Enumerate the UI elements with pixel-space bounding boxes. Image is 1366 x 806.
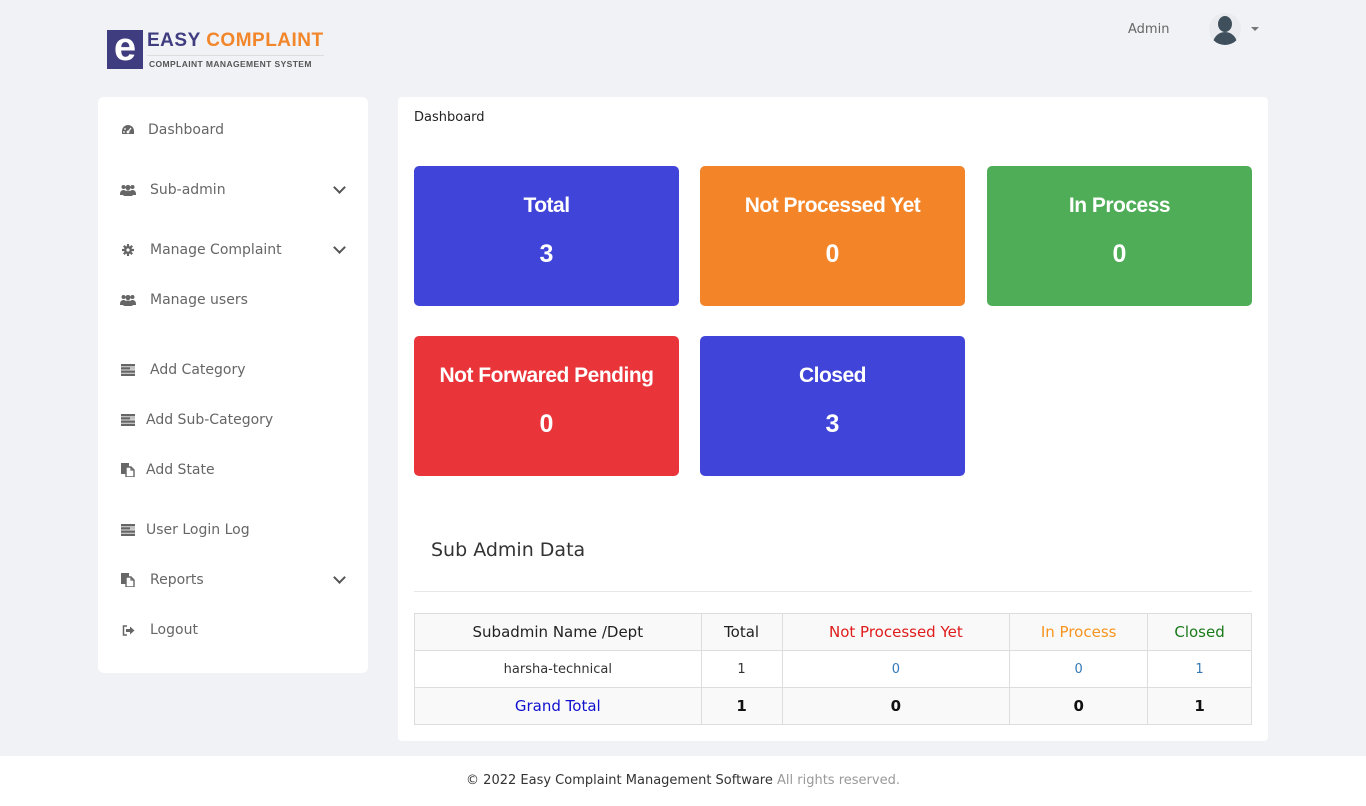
chevron-down-icon[interactable] [333, 180, 346, 194]
card-value: 3 [539, 240, 554, 268]
sidebar-item-logout[interactable]: Logout [120, 615, 346, 645]
user-menu[interactable]: Admin [1128, 13, 1260, 45]
grand-total-not-processed: 0 [781, 687, 1011, 725]
table-row: harsha-technical 1 0 0 1 [414, 650, 1252, 688]
card-title: Total [523, 194, 570, 217]
gear-icon [120, 242, 136, 258]
logo-mark: e [107, 30, 143, 69]
col-header-in-process: In Process [1009, 613, 1149, 651]
list-icon [120, 412, 136, 428]
copy-icon [120, 572, 136, 588]
card-title: Closed [798, 364, 867, 387]
breadcrumb: Dashboard [414, 110, 485, 125]
cell-not-processed-link[interactable]: 0 [781, 650, 1011, 688]
stat-card-not-forwarded[interactable]: Not Forwared Pending 0 [414, 336, 679, 476]
logo-subtitle: COMPLAINT MANAGEMENT SYSTEM [147, 55, 324, 69]
col-header-not-processed: Not Processed Yet [781, 613, 1011, 651]
app-logo[interactable]: e EASY COMPLAINT COMPLAINT MANAGEMENT SY… [107, 30, 324, 69]
card-title: Not Processed Yet [744, 194, 921, 217]
logo-title: EASY COMPLAINT [147, 30, 324, 51]
grand-total-row: Grand Total 1 0 0 1 [414, 687, 1252, 725]
sidebar-item-add-sub-category[interactable]: Add Sub-Category [120, 405, 346, 435]
sidebar-item-reports[interactable]: Reports [120, 565, 346, 595]
sidebar-item-user-login-log[interactable]: User Login Log [120, 515, 346, 545]
sidebar-item-manage-users[interactable]: Manage users [120, 285, 346, 315]
section-title: Sub Admin Data [431, 539, 586, 561]
stat-card-total[interactable]: Total 3 [414, 166, 679, 306]
footer: © 2022 Easy Complaint Management Softwar… [0, 756, 1366, 806]
cell-total: 1 [700, 650, 783, 688]
grand-total-label: Grand Total [414, 687, 702, 725]
subadmin-table: Subadmin Name /Dept Total Not Processed … [414, 613, 1252, 725]
footer-rights: All rights reserved. [777, 773, 900, 788]
stat-card-not-processed[interactable]: Not Processed Yet 0 [700, 166, 965, 306]
grand-total-in-process: 0 [1009, 687, 1149, 725]
list-icon [120, 522, 136, 538]
main-panel: Dashboard Total 3 Not Processed Yet 0 In… [398, 97, 1268, 741]
sign-out-icon [120, 622, 136, 638]
dashboard-gauge-icon [120, 122, 136, 138]
avatar[interactable] [1209, 13, 1242, 45]
card-value: 0 [825, 240, 840, 268]
sidebar-item-sub-admin[interactable]: Sub-admin [120, 175, 346, 205]
col-header-closed: Closed [1147, 613, 1252, 651]
col-header-name: Subadmin Name /Dept [414, 613, 702, 651]
users-icon [120, 182, 136, 198]
footer-copyright: © 2022 Easy Complaint Management Softwar… [466, 773, 773, 788]
card-value: 0 [1112, 240, 1127, 268]
card-title: In Process [1068, 194, 1171, 217]
cell-in-process-link[interactable]: 0 [1009, 650, 1149, 688]
grand-total-total: 1 [700, 687, 783, 725]
caret-down-icon[interactable] [1251, 27, 1260, 31]
sidebar-item-add-state[interactable]: Add State [120, 455, 346, 485]
user-name: Admin [1128, 21, 1170, 37]
col-header-total: Total [700, 613, 783, 651]
sidebar-item-add-category[interactable]: Add Category [120, 355, 346, 385]
users-icon [120, 292, 136, 308]
chevron-down-icon[interactable] [333, 240, 346, 254]
list-icon [120, 362, 136, 378]
stat-card-closed[interactable]: Closed 3 [700, 336, 965, 476]
grand-total-closed: 1 [1147, 687, 1252, 725]
table-header-row: Subadmin Name /Dept Total Not Processed … [414, 613, 1252, 651]
sidebar-item-manage-complaint[interactable]: Manage Complaint [120, 235, 346, 265]
card-value: 0 [539, 410, 554, 438]
sidebar-item-dashboard[interactable]: Dashboard [120, 115, 346, 145]
chevron-down-icon[interactable] [333, 570, 346, 584]
card-value: 3 [825, 410, 840, 438]
divider [414, 591, 1252, 592]
cell-closed-link[interactable]: 1 [1147, 650, 1252, 688]
card-title: Not Forwared Pending [439, 364, 654, 387]
stat-card-in-process[interactable]: In Process 0 [987, 166, 1252, 306]
cell-name: harsha-technical [414, 650, 702, 688]
sidebar: Dashboard Sub-admin Manage Complaint Man… [98, 97, 368, 673]
copy-icon [120, 462, 136, 478]
